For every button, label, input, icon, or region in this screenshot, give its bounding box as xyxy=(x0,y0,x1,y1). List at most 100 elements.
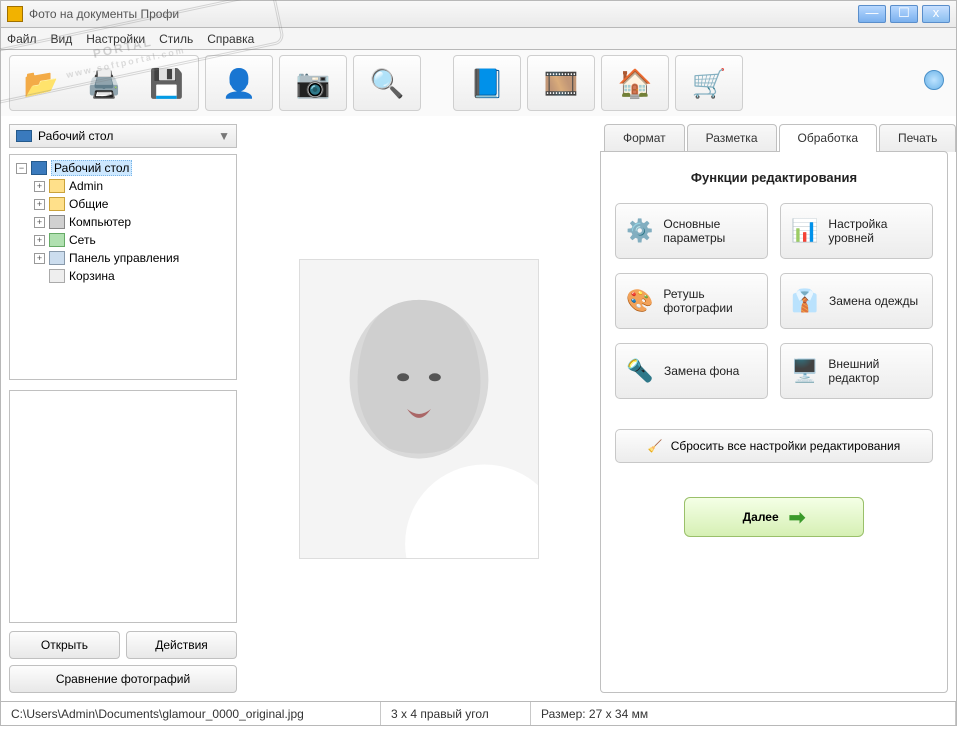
func-change-clothes[interactable]: 👔 Замена одежды xyxy=(780,273,933,329)
tab-body-processing: Функции редактирования ⚙️ Основные парам… xyxy=(600,151,948,693)
save-icon: 💾 xyxy=(149,67,184,100)
controlpanel-icon xyxy=(49,251,65,265)
reset-editing-button[interactable]: 🧹 Сбросить все настройки редактирования xyxy=(615,429,933,463)
tab-strip: Формат Разметка Обработка Печать xyxy=(604,124,948,152)
tree-label: Панель управления xyxy=(69,251,179,265)
tree-item[interactable]: + Admin xyxy=(14,177,232,195)
expand-icon[interactable]: + xyxy=(34,217,45,228)
broom-icon: 🧹 xyxy=(648,439,663,453)
portrait-placeholder xyxy=(300,260,538,558)
palette-icon: 🎨 xyxy=(626,287,653,315)
image-zoom-icon: 🔍 xyxy=(370,67,405,100)
tree-item[interactable]: + Общие xyxy=(14,195,232,213)
bars-icon: 📊 xyxy=(791,217,818,245)
camera-icon: 📷 xyxy=(296,67,331,100)
expand-icon[interactable]: + xyxy=(34,199,45,210)
toolbar-camera[interactable]: 📷 xyxy=(279,55,347,111)
tab-layout[interactable]: Разметка xyxy=(687,124,777,152)
folder-icon: 📂 xyxy=(24,67,59,100)
toolbar-group-file[interactable]: 📂 🖨️ 💾 xyxy=(9,55,199,111)
status-path: C:\Users\Admin\Documents\glamour_0000_or… xyxy=(1,702,381,725)
tab-format[interactable]: Формат xyxy=(604,124,685,152)
maximize-button[interactable]: ☐ xyxy=(890,5,918,23)
tree-item[interactable]: + Панель управления xyxy=(14,249,232,267)
lamp-icon: 🔦 xyxy=(626,357,654,385)
book-help-icon: 📘 xyxy=(470,67,505,100)
chevron-down-icon: ▼ xyxy=(218,129,230,143)
tree-label: Сеть xyxy=(69,233,96,247)
menu-settings[interactable]: Настройки xyxy=(86,32,145,46)
close-button[interactable]: x xyxy=(922,5,950,23)
open-button[interactable]: Открыть xyxy=(9,631,120,659)
tree-item[interactable]: + Компьютер xyxy=(14,213,232,231)
titlebar: Фото на документы Профи — ☐ x xyxy=(0,0,957,28)
func-levels[interactable]: 📊 Настройка уровней xyxy=(780,203,933,259)
computer-icon xyxy=(49,215,65,229)
tree-label: Общие xyxy=(69,197,108,211)
tab-processing[interactable]: Обработка xyxy=(779,124,878,152)
folder-icon xyxy=(49,197,65,211)
monitor-icon xyxy=(16,130,32,142)
trash-icon xyxy=(49,269,65,283)
tree-root[interactable]: − Рабочий стол xyxy=(14,159,232,177)
main-area: Рабочий стол ▼ − Рабочий стол + Admin + Об… xyxy=(0,116,957,702)
toolbar-video[interactable]: 🎞️ xyxy=(527,55,595,111)
tree-item[interactable]: + Сеть xyxy=(14,231,232,249)
func-basic-params[interactable]: ⚙️ Основные параметры xyxy=(615,203,768,259)
next-button[interactable]: Далее ➡ xyxy=(684,497,864,537)
menu-help[interactable]: Справка xyxy=(207,32,254,46)
tree-root-label: Рабочий стол xyxy=(51,160,132,176)
person-icon: 👔 xyxy=(791,287,819,315)
arrow-right-icon: ➡ xyxy=(789,505,806,530)
monitor-icon xyxy=(31,161,47,175)
location-text: Рабочий стол xyxy=(38,129,113,143)
menu-style[interactable]: Стиль xyxy=(159,32,193,46)
network-icon xyxy=(49,233,65,247)
func-external-editor[interactable]: 🖥️ Внешний редактор xyxy=(780,343,933,399)
statusbar: C:\Users\Admin\Documents\glamour_0000_or… xyxy=(0,702,957,726)
expand-icon[interactable]: + xyxy=(34,181,45,192)
photo-canvas xyxy=(247,124,590,693)
gear-icon: ⚙️ xyxy=(626,217,653,245)
expand-icon[interactable]: + xyxy=(34,235,45,246)
minimize-button[interactable]: — xyxy=(858,5,886,23)
tree-label: Компьютер xyxy=(69,215,131,229)
menubar: Файл Вид Настройки Стиль Справка xyxy=(0,28,957,50)
tree-item[interactable]: Корзина xyxy=(14,267,232,285)
app-icon xyxy=(7,6,23,22)
monitor-up-icon: 🖥️ xyxy=(791,357,818,385)
func-change-background[interactable]: 🔦 Замена фона xyxy=(615,343,768,399)
film-reel-icon: 🎞️ xyxy=(544,67,579,100)
toolbar: 📂 🖨️ 💾 👤 📷 🔍 📘 🎞️ 🏠 🛒 xyxy=(0,50,957,116)
printer-icon: 🖨️ xyxy=(87,67,122,100)
func-retouch[interactable]: 🎨 Ретушь фотографии xyxy=(615,273,768,329)
right-panel: Формат Разметка Обработка Печать Функции… xyxy=(600,124,948,693)
status-size: Размер: 27 x 34 мм xyxy=(531,702,956,725)
left-panel: Рабочий стол ▼ − Рабочий стол + Admin + Об… xyxy=(9,124,237,693)
window-title: Фото на документы Профи xyxy=(29,7,858,21)
toolbar-help-book[interactable]: 📘 xyxy=(453,55,521,111)
cart-icon: 🛒 xyxy=(692,67,727,100)
toolbar-zoom-image[interactable]: 🔍 xyxy=(353,55,421,111)
processing-heading: Функции редактирования xyxy=(691,170,857,185)
home-icon: 🏠 xyxy=(618,67,653,100)
toolbar-cart[interactable]: 🛒 xyxy=(675,55,743,111)
menu-view[interactable]: Вид xyxy=(51,32,73,46)
menu-file[interactable]: Файл xyxy=(7,32,37,46)
toolbar-user-search[interactable]: 👤 xyxy=(205,55,273,111)
help-round-button[interactable] xyxy=(924,70,944,90)
actions-button[interactable]: Действия xyxy=(126,631,237,659)
location-bar[interactable]: Рабочий стол ▼ xyxy=(9,124,237,148)
tree-label: Корзина xyxy=(69,269,115,283)
collapse-icon[interactable]: − xyxy=(16,163,27,174)
tree-label: Admin xyxy=(69,179,103,193)
toolbar-home[interactable]: 🏠 xyxy=(601,55,669,111)
compare-button[interactable]: Сравнение фотографий xyxy=(9,665,237,693)
expand-icon[interactable]: + xyxy=(34,253,45,264)
photo-preview xyxy=(299,259,539,559)
tab-print[interactable]: Печать xyxy=(879,124,956,152)
thumbnail-preview xyxy=(9,390,237,623)
folder-tree[interactable]: − Рабочий стол +Admin +Общие +Компьютер … xyxy=(9,154,237,380)
folder-icon xyxy=(49,179,65,193)
user-search-icon: 👤 xyxy=(222,67,257,100)
